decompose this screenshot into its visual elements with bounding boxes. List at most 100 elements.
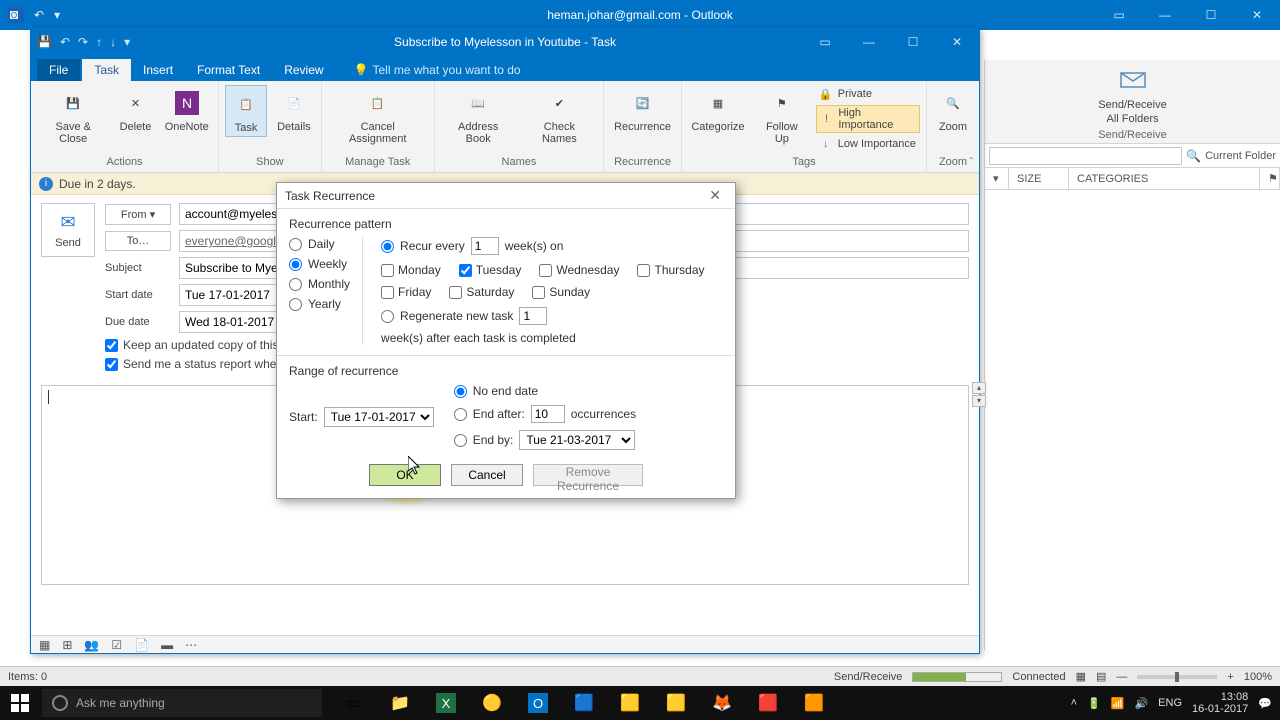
undo-icon[interactable]: ↶ [60, 35, 70, 49]
address-book-button[interactable]: 📖Address Book [441, 85, 516, 147]
to-button[interactable]: To… [105, 231, 171, 251]
task-view-button[interactable]: 📋Task [225, 85, 267, 137]
weekly-radio[interactable] [289, 258, 302, 271]
keep-copy-checkbox[interactable] [105, 339, 118, 352]
view-icon[interactable]: 📄 [134, 638, 149, 652]
app-icon[interactable]: 🟨 [654, 686, 698, 720]
tray-up-icon[interactable]: ˄ [1071, 697, 1077, 709]
notes-icon[interactable]: 🟨 [608, 686, 652, 720]
close-icon[interactable]: ✕ [1234, 0, 1280, 30]
notifications-icon[interactable]: 💬 [1258, 697, 1272, 710]
ribbon-options-icon[interactable]: ▭ [803, 29, 847, 55]
sunday-checkbox[interactable] [532, 286, 545, 299]
start-button[interactable] [0, 686, 40, 720]
recurrence-button[interactable]: 🔄Recurrence [610, 85, 675, 135]
collapse-ribbon-icon[interactable]: ˆ [970, 157, 973, 168]
more-icon[interactable]: ⋯ [185, 638, 197, 652]
tell-me[interactable]: 💡 Tell me what you want to do [346, 59, 529, 81]
column-flag-icon[interactable]: ⚑ [1260, 168, 1280, 189]
powerpoint-icon[interactable]: 🟧 [792, 686, 836, 720]
view-icon[interactable]: ▬ [161, 638, 173, 652]
search-icon[interactable]: 🔍 [1186, 149, 1201, 163]
no-end-radio[interactable] [454, 385, 467, 398]
undo-icon[interactable]: ↶ [34, 8, 44, 22]
zoom-button[interactable]: 🔍Zoom [933, 85, 973, 135]
file-explorer-icon[interactable]: 📁 [378, 686, 422, 720]
view-reading-icon[interactable]: ▤ [1096, 670, 1106, 683]
app-icon[interactable]: 🟦 [562, 686, 606, 720]
clock[interactable]: 13:08 16-01-2017 [1192, 691, 1248, 715]
view-icon[interactable]: ☑ [111, 638, 122, 652]
view-icon[interactable]: 👥 [84, 638, 99, 652]
wifi-icon[interactable]: 📶 [1111, 697, 1125, 710]
yearly-radio[interactable] [289, 298, 302, 311]
minimize-icon[interactable]: — [847, 29, 891, 55]
details-button[interactable]: 📄Details [273, 85, 315, 135]
dialog-close-icon[interactable]: ✕ [703, 185, 727, 206]
followup-button[interactable]: ⚑Follow Up [754, 85, 810, 147]
status-report-checkbox[interactable] [105, 358, 118, 371]
tab-review[interactable]: Review [272, 59, 335, 81]
cancel-button[interactable]: Cancel [451, 464, 523, 486]
recur-every-input[interactable] [471, 237, 499, 255]
regenerate-input[interactable] [519, 307, 547, 325]
excel-icon[interactable]: X [424, 686, 468, 720]
qat-dropdown-icon[interactable]: ▾ [124, 35, 130, 49]
scroll-up-icon[interactable]: ▴ [972, 382, 986, 394]
wednesday-checkbox[interactable] [539, 264, 552, 277]
firefox-icon[interactable]: 🦊 [700, 686, 744, 720]
delete-button[interactable]: ✕Delete [115, 85, 155, 135]
column-categories[interactable]: CATEGORIES [1069, 168, 1260, 189]
ribbon-options-icon[interactable]: ▭ [1096, 0, 1142, 30]
regenerate-radio[interactable] [381, 310, 394, 323]
tuesday-checkbox[interactable] [459, 264, 472, 277]
language-indicator[interactable]: ENG [1158, 697, 1182, 709]
thursday-checkbox[interactable] [637, 264, 650, 277]
scroll-down-icon[interactable]: ▾ [972, 395, 986, 407]
close-icon[interactable]: ✕ [935, 29, 979, 55]
tab-file[interactable]: File [37, 59, 80, 81]
volume-icon[interactable]: 🔊 [1134, 697, 1148, 710]
onenote-button[interactable]: NOneNote [161, 85, 212, 135]
maximize-icon[interactable]: ☐ [891, 29, 935, 55]
end-by-select[interactable]: Tue 21-03-2017 [519, 430, 635, 450]
down-icon[interactable]: ↓ [110, 35, 116, 49]
view-normal-icon[interactable]: ▦ [1076, 670, 1086, 683]
column-size[interactable]: SIZE [1009, 168, 1069, 189]
start-date-select[interactable]: Tue 17-01-2017 [324, 407, 434, 427]
friday-checkbox[interactable] [381, 286, 394, 299]
chrome-icon[interactable]: 🟡 [470, 686, 514, 720]
from-button[interactable]: From ▾ [105, 204, 171, 225]
send-button[interactable]: ✉ Send [41, 203, 95, 257]
qat-dropdown-icon[interactable]: ▾ [54, 8, 60, 22]
categorize-button[interactable]: ▦Categorize [688, 85, 748, 135]
view-icon[interactable]: ▦ [39, 638, 50, 652]
end-after-input[interactable] [531, 405, 565, 423]
low-importance-button[interactable]: ↓Low Importance [816, 135, 920, 153]
minimize-icon[interactable]: — [1142, 0, 1188, 30]
view-icon[interactable]: ⊞ [62, 638, 72, 652]
battery-icon[interactable]: 🔋 [1087, 697, 1101, 710]
maximize-icon[interactable]: ☐ [1188, 0, 1234, 30]
monthly-radio[interactable] [289, 278, 302, 291]
outlook-taskbar-icon[interactable]: O [516, 686, 560, 720]
app-icon[interactable]: 🟥 [746, 686, 790, 720]
search-input[interactable] [989, 147, 1182, 165]
task-view-icon[interactable]: ▭ [332, 686, 376, 720]
column-sort-icon[interactable]: ▾ [985, 168, 1009, 189]
save-close-button[interactable]: 💾Save & Close [37, 85, 109, 147]
cortana-search[interactable]: Ask me anything [42, 689, 322, 717]
saturday-checkbox[interactable] [449, 286, 462, 299]
send-receive-all-button[interactable]: Send/Receive All Folders [1094, 63, 1171, 127]
up-icon[interactable]: ↑ [96, 35, 102, 49]
redo-icon[interactable]: ↷ [78, 35, 88, 49]
end-after-radio[interactable] [454, 408, 467, 421]
ok-button[interactable]: OK [369, 464, 441, 486]
remove-recurrence-button[interactable]: Remove Recurrence [533, 464, 643, 486]
high-importance-button[interactable]: !High Importance [816, 105, 920, 133]
private-toggle[interactable]: 🔒Private [816, 85, 920, 103]
tab-task[interactable]: Task [82, 59, 131, 81]
end-by-radio[interactable] [454, 434, 467, 447]
save-icon[interactable]: 💾 [37, 35, 52, 49]
cancel-assignment-button[interactable]: 📋Cancel Assignment [328, 85, 428, 147]
